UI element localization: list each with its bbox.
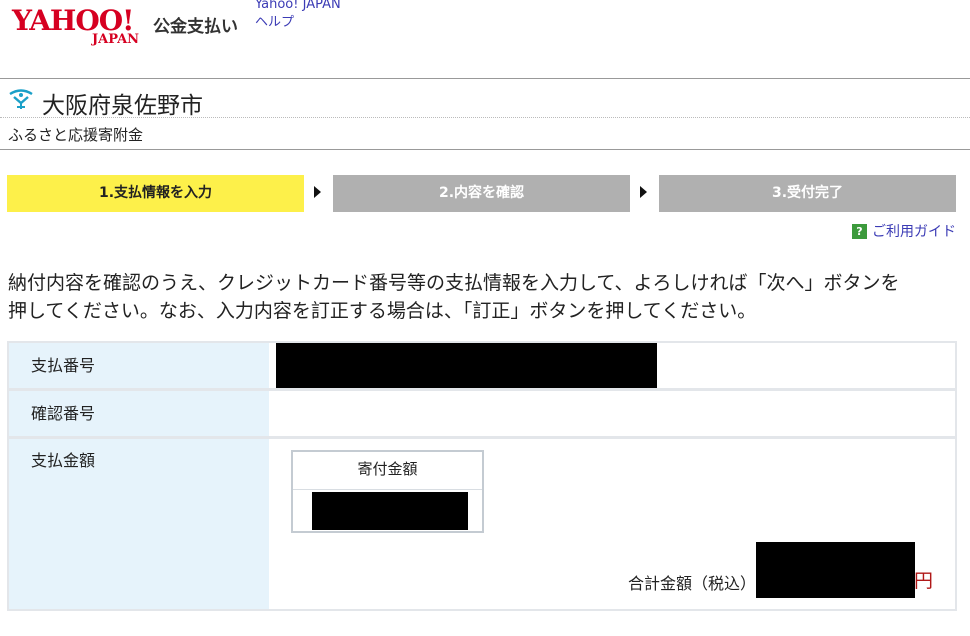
instruction-line-2: 押してください。なお、入力内容を訂正する場合は、「訂正」ボタンを押してください。 <box>8 300 757 322</box>
redacted-donation-amount <box>312 492 468 530</box>
step-arrow-icon <box>640 186 647 198</box>
table-row-confirmation-number: 確認番号 <box>9 391 955 436</box>
redacted-total-amount <box>756 542 915 598</box>
redacted-payment-number <box>276 343 657 388</box>
user-guide-link[interactable]: ? ご利用ガイド <box>852 221 956 241</box>
service-name: 公金支払い <box>153 17 238 37</box>
yahoo-japan-logo[interactable]: YAHOO! JAPAN <box>12 6 152 47</box>
confirmation-number-label: 確認番号 <box>9 391 269 436</box>
header-divider <box>0 78 970 79</box>
table-row-payment-number: 支払番号 <box>9 343 955 388</box>
step-2-confirm: 2.内容を確認 <box>333 175 630 212</box>
donation-amount-header: 寄付金額 <box>293 452 482 490</box>
payment-number-value <box>271 343 955 388</box>
municipality-icon <box>8 88 34 110</box>
donation-amount-box: 寄付金額 <box>291 450 484 533</box>
step-arrow-icon <box>314 186 321 198</box>
help-question-icon: ? <box>852 223 867 239</box>
title-divider <box>0 117 970 118</box>
step-3-complete: 3.受付完了 <box>659 175 956 212</box>
currency-yen: 円 <box>914 570 934 592</box>
payment-amount-label: 支払金額 <box>9 439 269 609</box>
instruction-text: 納付内容を確認のうえ、クレジットカード番号等の支払情報を入力して、よろしければ「… <box>8 269 958 325</box>
recipient-city: 大阪府泉佐野市 <box>42 93 203 119</box>
user-guide-label: ご利用ガイド <box>872 224 956 240</box>
step-1-payment-info: 1.支払情報を入力 <box>7 175 304 212</box>
payment-number-label: 支払番号 <box>9 343 269 388</box>
help-link[interactable]: ヘルプ <box>255 11 294 30</box>
logo-sub: JAPAN <box>92 32 140 47</box>
total-amount-label: 合計金額（税込） <box>628 574 757 593</box>
payment-category: ふるさと応援寄附金 <box>8 126 144 144</box>
confirmation-number-value <box>271 391 955 436</box>
subtitle-divider <box>0 149 970 150</box>
instruction-line-1: 納付内容を確認のうえ、クレジットカード番号等の支払情報を入力して、よろしければ「… <box>8 272 900 294</box>
